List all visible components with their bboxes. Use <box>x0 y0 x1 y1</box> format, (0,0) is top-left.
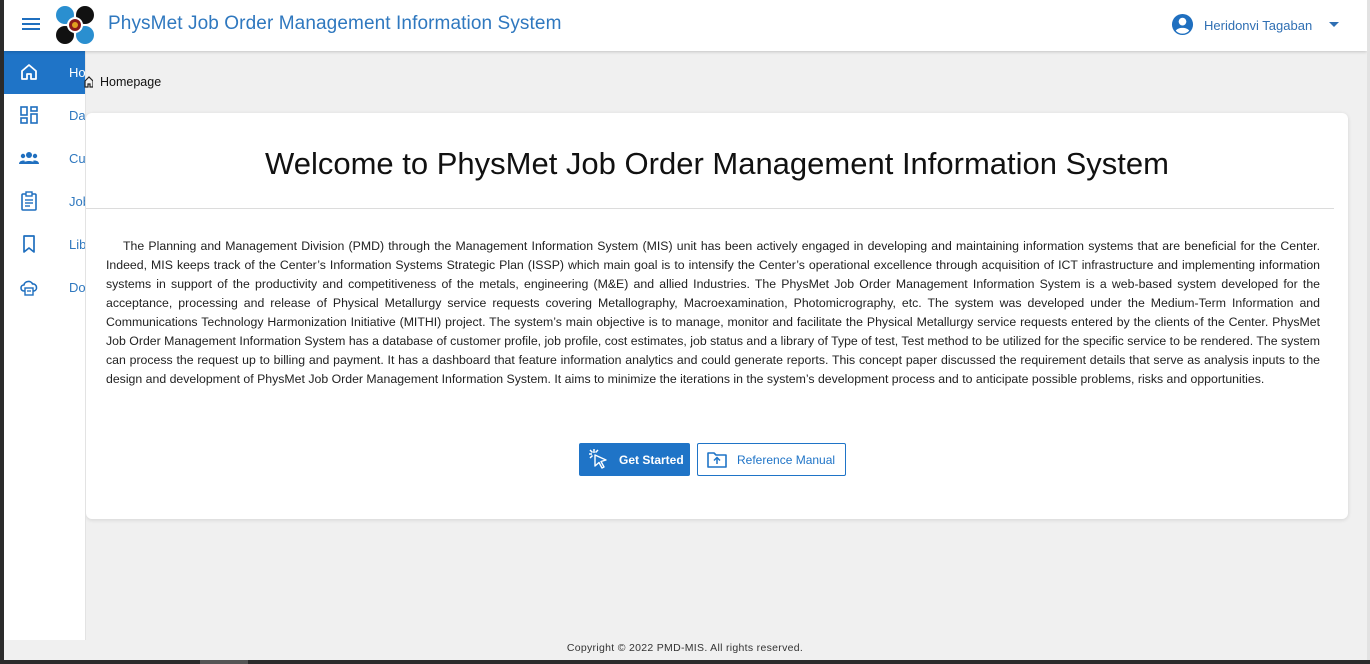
breadcrumb-current: Homepage <box>100 75 162 89</box>
user-avatar-icon[interactable] <box>1171 13 1194 36</box>
sidebar-item-dashboard[interactable]: Dashboard <box>4 94 86 137</box>
customers-icon <box>19 152 39 164</box>
sidebar-item-homepage[interactable]: Homepage <box>4 51 85 94</box>
folder-upload-icon <box>707 452 727 468</box>
cloud-download-icon <box>20 280 38 296</box>
taskbar-strip <box>0 660 1370 664</box>
logo-icon <box>56 6 94 44</box>
window-left-edge <box>0 0 4 664</box>
bookmark-icon <box>23 235 35 253</box>
cursor-click-icon <box>589 449 607 469</box>
home-icon <box>21 64 37 80</box>
reference-manual-button[interactable]: Reference Manual <box>697 443 846 476</box>
footer-copyright: Copyright © 2022 PMD-MIS. All rights res… <box>566 642 804 654</box>
get-started-label: Get Started <box>619 453 684 467</box>
taskbar-segment <box>200 660 248 664</box>
sidebar-item-label: Dashboard <box>69 108 86 123</box>
intro-paragraph: The Planning and Management Division (PM… <box>106 239 1320 386</box>
chevron-down-icon[interactable] <box>1329 22 1339 27</box>
sidebar-item-label: Job Orders <box>69 194 85 209</box>
sidebar-item-download[interactable]: Download <box>4 266 86 309</box>
user-name[interactable]: Heridonvi Tagaban <box>1204 18 1312 33</box>
divider <box>86 208 1334 209</box>
reference-manual-label: Reference Manual <box>737 453 836 467</box>
sidebar-item-label: Library <box>69 237 86 252</box>
hamburger-menu-icon[interactable] <box>20 15 42 35</box>
sidebar: Homepage Dashboard Customers Job Or <box>4 51 86 640</box>
sidebar-item-job-orders[interactable]: Job Orders <box>4 180 85 223</box>
app-title: PhysMet Job Order Management Information… <box>108 13 562 34</box>
sidebar-item-label: Customers <box>69 151 86 166</box>
get-started-button[interactable]: Get Started <box>579 443 690 476</box>
dashboard-icon <box>20 106 38 124</box>
home-icon[interactable] <box>84 75 93 88</box>
sidebar-item-customers[interactable]: Customers <box>4 137 86 180</box>
page-title: Welcome to PhysMet Job Order Management … <box>265 146 1169 181</box>
sidebar-item-label: Download <box>69 280 86 295</box>
sidebar-item-library[interactable]: Library <box>4 223 86 266</box>
welcome-card: Welcome to PhysMet Job Order Management … <box>86 113 1348 519</box>
clipboard-icon <box>21 191 37 211</box>
app-header: PhysMet Job Order Management Information… <box>4 0 1367 51</box>
